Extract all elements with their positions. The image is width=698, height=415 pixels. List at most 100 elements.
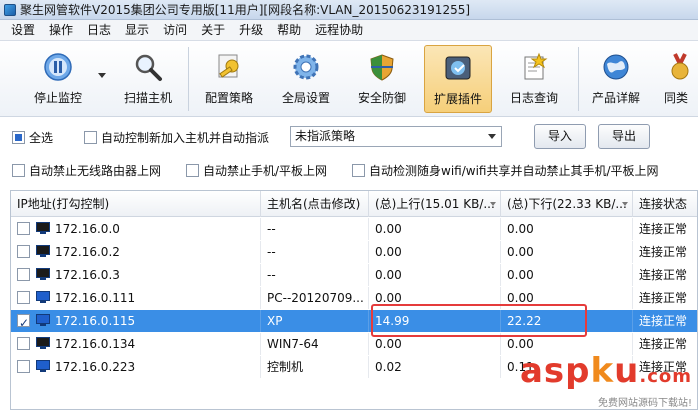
log-icon bbox=[518, 51, 550, 83]
hostname-cell[interactable]: XP bbox=[261, 310, 369, 332]
status-cell: 连接正常 bbox=[633, 218, 697, 240]
menu-about[interactable]: 关于 bbox=[194, 20, 232, 41]
options-row-1: 全选 自动控制新加入主机并自动指派 未指派策略 导入 导出 bbox=[0, 120, 698, 152]
checkbox[interactable] bbox=[12, 131, 25, 144]
download-cell: 0.00 bbox=[501, 218, 633, 240]
medal-icon bbox=[664, 51, 696, 83]
export-button[interactable]: 导出 bbox=[598, 124, 650, 149]
stop-monitor-button[interactable]: 停止监控 bbox=[18, 45, 98, 113]
table-header: IP地址(打勾控制) 主机名(点击修改) (总)上行(15.01 KB/... … bbox=[11, 191, 697, 217]
table-row[interactable]: 172.16.0.2 -- 0.00 0.00 连接正常 bbox=[11, 241, 697, 263]
download-cell: 0.00 bbox=[501, 264, 633, 286]
menu-remote-assist[interactable]: 远程协助 bbox=[308, 20, 370, 41]
column-download[interactable]: (总)下行(22.33 KB/... bbox=[501, 191, 633, 217]
row-checkbox[interactable] bbox=[17, 222, 30, 235]
hostname-cell[interactable]: 控制机 bbox=[261, 356, 369, 378]
scan-hosts-button[interactable]: 扫描主机 bbox=[112, 45, 184, 113]
hostname-cell[interactable]: -- bbox=[261, 241, 369, 263]
ip-cell: 172.16.0.115 bbox=[11, 310, 261, 332]
chevron-down-icon[interactable] bbox=[98, 73, 106, 78]
pause-icon bbox=[42, 51, 74, 83]
plugin-icon bbox=[442, 52, 474, 84]
ip-cell: 172.16.0.223 bbox=[11, 356, 261, 378]
table-row[interactable]: 172.16.0.115XP14.9922.22连接正常 bbox=[11, 310, 697, 332]
column-ip[interactable]: IP地址(打勾控制) bbox=[11, 191, 261, 217]
select-all-checkbox[interactable]: 全选 bbox=[12, 129, 53, 146]
menu-bar: 设置 操作 日志 显示 访问 关于 升级 帮助 远程协助 bbox=[0, 20, 698, 41]
upload-cell: 0.00 bbox=[369, 264, 501, 286]
column-hostname[interactable]: 主机名(点击修改) bbox=[261, 191, 369, 217]
download-cell: 0.00 bbox=[501, 241, 633, 263]
sort-icon bbox=[490, 202, 496, 206]
hostname-cell[interactable]: -- bbox=[261, 264, 369, 286]
window-title: 聚生网管软件V2015集团公司专用版[11用户][网段名称:VLAN_20150… bbox=[20, 3, 471, 17]
ip-cell: 172.16.0.134 bbox=[11, 333, 261, 355]
toolbar: 停止监控 扫描主机 配置策略 全局设置 安全防御 扩展插件 日志查询 产品详解 … bbox=[0, 41, 698, 117]
status-cell: 连接正常 bbox=[633, 264, 697, 286]
log-query-button[interactable]: 日志查询 bbox=[502, 45, 566, 113]
global-settings-button[interactable]: 全局设置 bbox=[274, 45, 338, 113]
watermark-logo: aspku.com 免费网站源码下载站! bbox=[519, 351, 692, 409]
gear-icon bbox=[290, 51, 322, 83]
computer-icon bbox=[36, 360, 50, 372]
status-cell: 连接正常 bbox=[633, 287, 697, 309]
checkbox[interactable] bbox=[12, 164, 25, 177]
magnifier-icon bbox=[132, 51, 164, 83]
computer-icon bbox=[36, 291, 50, 303]
table-row[interactable]: 172.16.0.111 PC--20120709... 0.00 0.00 连接正常 bbox=[11, 287, 697, 309]
app-icon bbox=[4, 3, 16, 16]
hostname-cell[interactable]: PC--20120709... bbox=[261, 287, 369, 309]
computer-icon bbox=[36, 268, 50, 280]
column-upload[interactable]: (总)上行(15.01 KB/... bbox=[369, 191, 501, 217]
computer-icon bbox=[36, 222, 50, 234]
block-wireless-router-checkbox[interactable]: 自动禁止无线路由器上网 bbox=[12, 162, 161, 179]
ip-cell: 172.16.0.0 bbox=[11, 218, 261, 240]
row-checkbox[interactable] bbox=[17, 360, 30, 373]
menu-access[interactable]: 访问 bbox=[156, 20, 194, 41]
computer-icon bbox=[36, 314, 50, 326]
extension-plugins-button[interactable]: 扩展插件 bbox=[424, 45, 492, 113]
menu-help[interactable]: 帮助 bbox=[270, 20, 308, 41]
menu-log[interactable]: 日志 bbox=[80, 20, 118, 41]
status-cell: 连接正常 bbox=[633, 333, 697, 355]
import-button[interactable]: 导入 bbox=[534, 124, 586, 149]
chevron-down-icon bbox=[488, 134, 496, 139]
checkbox[interactable] bbox=[186, 164, 199, 177]
table-row[interactable]: 172.16.0.0 -- 0.00 0.00 连接正常 bbox=[11, 218, 697, 240]
similar-button[interactable]: 同类 bbox=[660, 45, 698, 113]
toolbar-separator bbox=[188, 47, 189, 111]
config-policy-button[interactable]: 配置策略 bbox=[197, 45, 261, 113]
row-checkbox[interactable] bbox=[17, 268, 30, 281]
menu-upgrade[interactable]: 升级 bbox=[232, 20, 270, 41]
toolbar-separator bbox=[578, 47, 579, 111]
ip-cell: 172.16.0.2 bbox=[11, 241, 261, 263]
auto-control-checkbox[interactable]: 自动控制新加入主机并自动指派 bbox=[84, 129, 269, 146]
ip-cell: 172.16.0.111 bbox=[11, 287, 261, 309]
menu-operate[interactable]: 操作 bbox=[42, 20, 80, 41]
policy-select[interactable]: 未指派策略 bbox=[290, 126, 502, 147]
row-checkbox[interactable] bbox=[17, 312, 30, 332]
menu-display[interactable]: 显示 bbox=[118, 20, 156, 41]
highlight-box bbox=[371, 304, 587, 337]
row-checkbox[interactable] bbox=[17, 291, 30, 304]
upload-cell: 0.00 bbox=[369, 241, 501, 263]
row-checkbox[interactable] bbox=[17, 337, 30, 350]
upload-cell: 0.02 bbox=[369, 356, 501, 378]
sort-icon bbox=[622, 202, 628, 206]
checkbox[interactable] bbox=[352, 164, 365, 177]
upload-cell: 0.00 bbox=[369, 218, 501, 240]
row-checkbox[interactable] bbox=[17, 245, 30, 258]
detect-portable-wifi-checkbox[interactable]: 自动检测随身wifi/wifi共享并自动禁止其手机/平板上网 bbox=[352, 162, 659, 179]
security-defense-button[interactable]: 安全防御 bbox=[350, 45, 414, 113]
hostname-cell[interactable]: WIN7-64 bbox=[261, 333, 369, 355]
computer-icon bbox=[36, 337, 50, 349]
status-cell: 连接正常 bbox=[633, 310, 697, 332]
menu-settings[interactable]: 设置 bbox=[4, 20, 42, 41]
computer-icon bbox=[36, 245, 50, 257]
product-details-button[interactable]: 产品详解 bbox=[584, 45, 648, 113]
hostname-cell[interactable]: -- bbox=[261, 218, 369, 240]
column-status[interactable]: 连接状态 bbox=[633, 191, 697, 217]
block-mobile-checkbox[interactable]: 自动禁止手机/平板上网 bbox=[186, 162, 327, 179]
checkbox[interactable] bbox=[84, 131, 97, 144]
table-row[interactable]: 172.16.0.3 -- 0.00 0.00 连接正常 bbox=[11, 264, 697, 286]
